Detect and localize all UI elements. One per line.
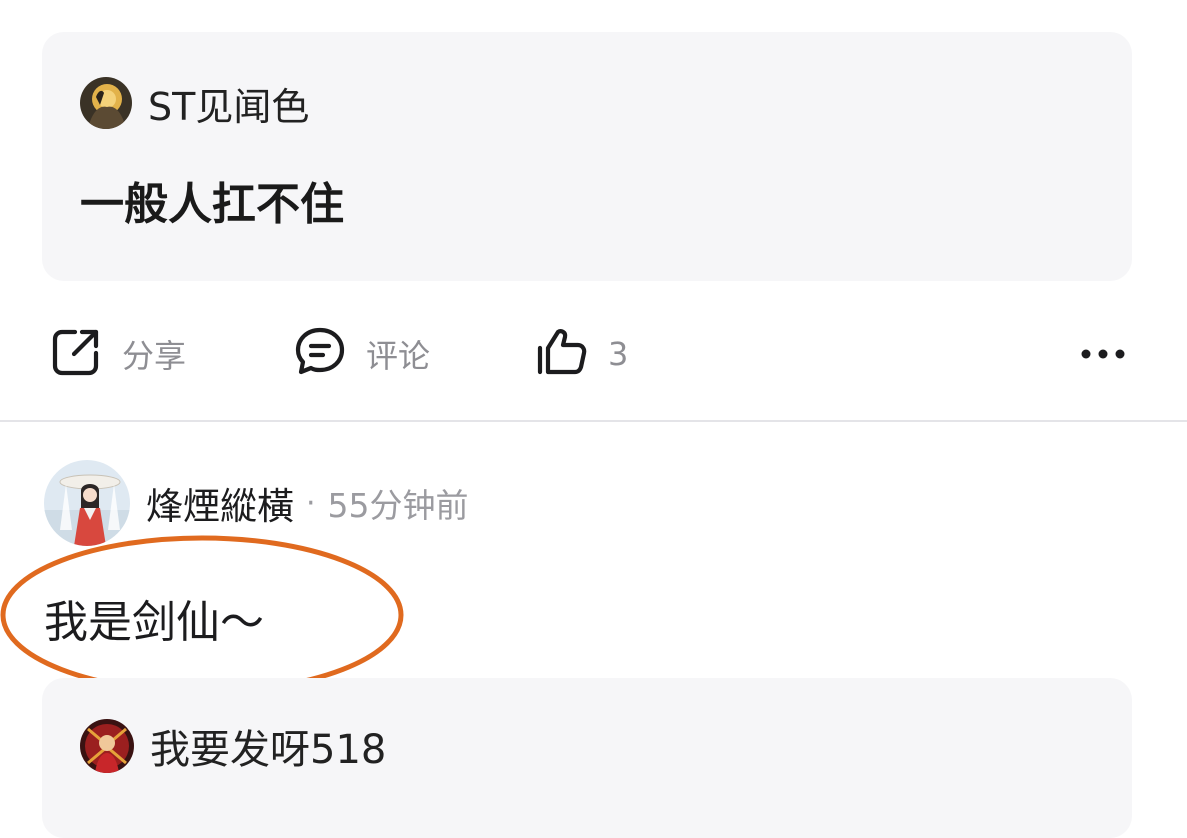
quoted-post-card[interactable]: ST见闻色 一般人扛不住 [42, 32, 1132, 281]
reply-author-name[interactable]: 我要发呀518 [150, 717, 386, 775]
comment-icon [292, 324, 348, 384]
comment-label: 评论 [366, 337, 431, 375]
quoted-author-avatar[interactable] [80, 77, 132, 129]
meta-separator: · [306, 485, 316, 521]
thumbs-up-icon [534, 324, 590, 384]
reply-author-avatar[interactable] [80, 719, 134, 773]
comment-author-avatar[interactable] [44, 460, 130, 546]
section-divider [0, 420, 1187, 422]
comment-button[interactable]: 评论 [292, 322, 430, 386]
post-action-bar: 分享 评论 3 [0, 322, 1187, 386]
comment-author-name[interactable]: 烽煙縱橫 [146, 476, 294, 530]
more-button[interactable] [1078, 322, 1128, 386]
share-label: 分享 [122, 337, 187, 375]
reply-card[interactable]: 我要发呀518 [42, 678, 1132, 838]
like-count: 3 [608, 335, 629, 373]
share-button[interactable]: 分享 [48, 322, 186, 386]
quoted-post-text: 一般人扛不住 [80, 179, 344, 230]
comment-timestamp: 55分钟前 [327, 486, 469, 525]
share-icon [48, 324, 104, 384]
comment-text: 我是剑仙～ [44, 597, 264, 648]
quoted-author-name[interactable]: ST见闻色 [148, 76, 309, 131]
comment-header: 烽煙縱橫 · 55分钟前 [44, 460, 469, 546]
reply-header: 我要发呀518 [80, 718, 386, 774]
more-icon [1080, 345, 1126, 364]
like-button[interactable]: 3 [534, 322, 628, 386]
quoted-post-header: ST见闻色 [80, 76, 309, 130]
